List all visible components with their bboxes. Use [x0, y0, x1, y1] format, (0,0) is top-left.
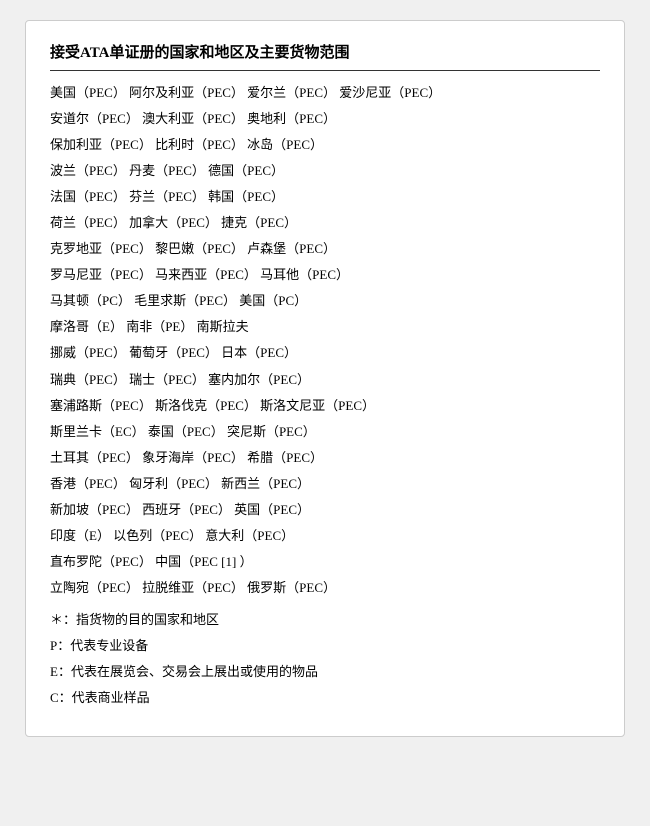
legend-item: P：代表专业设备 — [50, 634, 600, 658]
legend-item: ＊：指货物的目的国家和地区 — [50, 608, 600, 632]
country-line: 印度（E） 以色列（PEC） 意大利（PEC） — [50, 524, 600, 548]
legend-item: E：代表在展览会、交易会上展出或使用的物品 — [50, 660, 600, 684]
country-line: 保加利亚（PEC） 比利时（PEC） 冰岛（PEC） — [50, 133, 600, 157]
country-line: 荷兰（PEC） 加拿大（PEC） 捷克（PEC） — [50, 211, 600, 235]
country-line: 挪威（PEC） 葡萄牙（PEC） 日本（PEC） — [50, 341, 600, 365]
main-card: 接受ATA单证册的国家和地区及主要货物范围 美国（PEC） 阿尔及利亚（PEC）… — [25, 20, 625, 737]
country-line: 瑞典（PEC） 瑞士（PEC） 塞内加尔（PEC） — [50, 368, 600, 392]
country-line: 罗马尼亚（PEC） 马来西亚（PEC） 马耳他（PEC） — [50, 263, 600, 287]
country-line: 立陶宛（PEC） 拉脱维亚（PEC） 俄罗斯（PEC） — [50, 576, 600, 600]
country-line: 直布罗陀（PEC） 中国（PEC [1] ） — [50, 550, 600, 574]
country-line: 土耳其（PEC） 象牙海岸（PEC） 希腊（PEC） — [50, 446, 600, 470]
country-line: 安道尔（PEC） 澳大利亚（PEC） 奥地利（PEC） — [50, 107, 600, 131]
country-line: 马其顿（PC） 毛里求斯（PEC） 美国（PC） — [50, 289, 600, 313]
country-line: 摩洛哥（E） 南非（PE） 南斯拉夫 — [50, 315, 600, 339]
country-line: 斯里兰卡（EC） 泰国（PEC） 突尼斯（PEC） — [50, 420, 600, 444]
legend-item: C：代表商业样品 — [50, 686, 600, 710]
country-line: 波兰（PEC） 丹麦（PEC） 德国（PEC） — [50, 159, 600, 183]
country-line: 美国（PEC） 阿尔及利亚（PEC） 爱尔兰（PEC） 爱沙尼亚（PEC） — [50, 81, 600, 105]
card-title: 接受ATA单证册的国家和地区及主要货物范围 — [50, 41, 600, 62]
country-line: 塞浦路斯（PEC） 斯洛伐克（PEC） 斯洛文尼亚（PEC） — [50, 394, 600, 418]
country-line: 香港（PEC） 匈牙利（PEC） 新西兰（PEC） — [50, 472, 600, 496]
title-divider — [50, 70, 600, 71]
country-line: 新加坡（PEC） 西班牙（PEC） 英国（PEC） — [50, 498, 600, 522]
legend-section: ＊：指货物的目的国家和地区P：代表专业设备E：代表在展览会、交易会上展出或使用的… — [50, 608, 600, 710]
country-line: 克罗地亚（PEC） 黎巴嫩（PEC） 卢森堡（PEC） — [50, 237, 600, 261]
country-line: 法国（PEC） 芬兰（PEC） 韩国（PEC） — [50, 185, 600, 209]
country-list: 美国（PEC） 阿尔及利亚（PEC） 爱尔兰（PEC） 爱沙尼亚（PEC）安道尔… — [50, 81, 600, 600]
